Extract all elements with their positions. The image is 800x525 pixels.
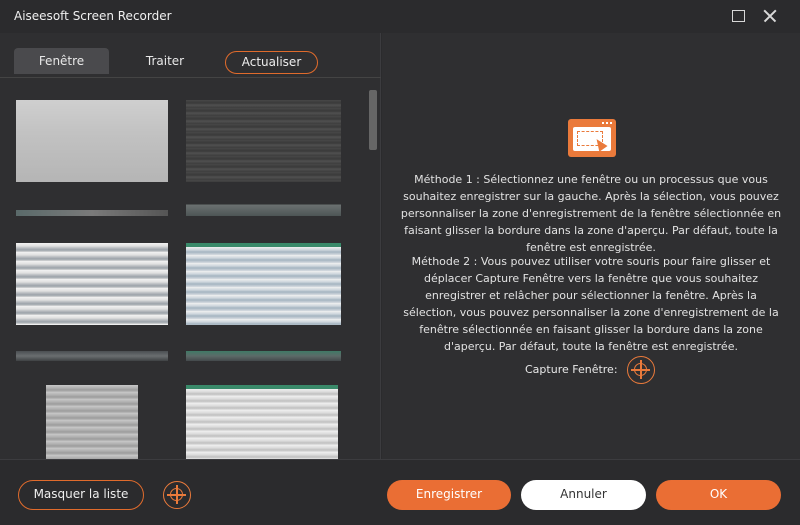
window-thumbnail[interactable]	[16, 243, 168, 325]
tab-traiter[interactable]: Traiter	[120, 48, 210, 74]
window-list-panel: Fenêtre Traiter Actualiser	[0, 33, 381, 459]
refresh-button[interactable]: Actualiser	[225, 51, 318, 74]
maximize-icon[interactable]	[728, 6, 748, 26]
action-bar: Masquer la liste Enregistrer Annuler OK	[0, 459, 800, 525]
thumbnail-scrollbar[interactable]	[369, 90, 377, 150]
window-thumbnail[interactable]	[186, 385, 338, 459]
instruction-method-2: Méthode 2 : Vous pouvez utiliser votre s…	[403, 255, 779, 353]
window-thumbnail[interactable]	[46, 385, 138, 459]
capture-target-icon[interactable]	[627, 356, 655, 384]
window-thumbnail-list	[0, 78, 366, 459]
capture-window-label: Capture Fenêtre:	[525, 363, 618, 376]
window-thumbnail[interactable]	[16, 351, 168, 361]
title-bar: Aiseesoft Screen Recorder	[0, 0, 800, 33]
window-thumbnail[interactable]	[16, 210, 168, 216]
window-thumbnail[interactable]	[186, 196, 341, 216]
hide-list-button[interactable]: Masquer la liste	[18, 480, 144, 510]
window-thumbnail[interactable]	[186, 100, 341, 182]
tab-fenetre[interactable]: Fenêtre	[14, 48, 109, 74]
tab-bar: Fenêtre Traiter Actualiser	[0, 33, 381, 78]
window-thumbnail[interactable]	[16, 100, 168, 182]
window-thumbnail[interactable]	[186, 243, 341, 325]
window-capture-icon	[568, 119, 616, 157]
window-title: Aiseesoft Screen Recorder	[14, 9, 172, 23]
capture-window-row: Capture Fenêtre:	[382, 355, 800, 385]
window-thumbnail[interactable]	[186, 351, 341, 361]
record-button[interactable]: Enregistrer	[387, 480, 511, 510]
ok-button[interactable]: OK	[656, 480, 781, 510]
close-icon[interactable]	[760, 6, 780, 26]
preview-panel: Méthode 1 : Sélectionnez une fenêtre ou …	[382, 33, 800, 459]
cancel-button[interactable]: Annuler	[521, 480, 646, 510]
capture-target-icon[interactable]	[163, 481, 191, 509]
instruction-method-1: Méthode 1 : Sélectionnez une fenêtre ou …	[400, 173, 782, 254]
